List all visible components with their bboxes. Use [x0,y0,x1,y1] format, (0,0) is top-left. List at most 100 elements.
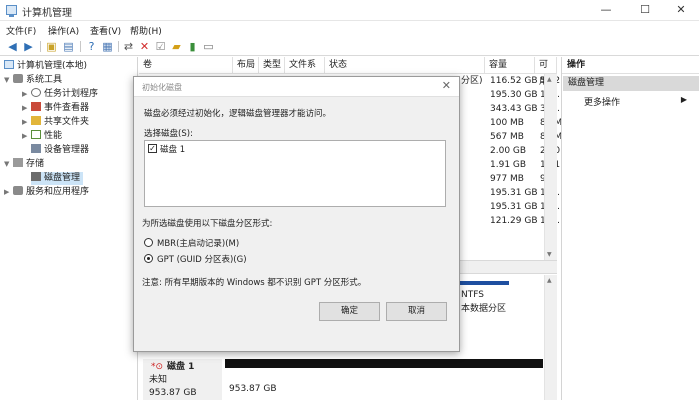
tree-item-shared-folders[interactable]: ▶ 共享文件夹 [22,116,89,129]
disk-1-unallocated-region[interactable]: 953.87 GB [225,359,543,400]
forward-icon[interactable]: ▶ [22,40,35,53]
show-hide-tree-icon[interactable]: ▤ [62,40,75,53]
tree-item-device-manager[interactable]: 设备管理器 [31,144,89,157]
chevron-right-icon[interactable]: ▶ [4,186,13,199]
chevron-right-icon[interactable]: ▶ [22,130,31,143]
gpt-radio[interactable] [144,254,153,263]
actions-selected-item[interactable]: 磁盘管理 [563,76,699,91]
tree-item-system-tools[interactable]: ▼ 系统工具 [4,74,62,87]
tree-item-label: 磁盘管理 [44,173,81,183]
chevron-right-icon[interactable]: ▶ [22,102,31,115]
cancel-button[interactable]: 取消 [386,302,447,321]
dialog-body: 磁盘必须经过初始化，逻辑磁盘管理器才能访问。 选择磁盘(S): ✓ 磁盘 1 为… [134,96,459,351]
toolbar-separator [40,41,41,52]
tree-item-label: 计算机管理(本地) [17,61,88,71]
toolbar-separator [118,41,119,52]
dialog-title: 初始化磁盘 [142,83,182,92]
disk-1-name: 磁盘 1 [167,362,195,372]
disk-1-label[interactable]: *⊙ 磁盘 1 未知 953.87 GB [143,359,222,400]
clock-icon [31,88,41,97]
close-button[interactable]: ✕ [663,0,699,21]
volume-capacity: 2.00 GB [490,146,527,156]
chevron-down-icon[interactable]: ▼ [4,158,13,171]
menu-view[interactable]: 查看(V) [90,24,121,37]
gpt-option-label[interactable]: GPT (GUID 分区表)(G) [157,253,247,265]
services-icon [13,186,23,195]
chevron-right-icon[interactable]: ▶ [22,116,31,129]
actions-pane: 操作 磁盘管理 更多操作 ▶ [561,57,699,400]
scroll-up-icon[interactable]: ▲ [547,277,552,284]
column-header-volume[interactable]: 卷 [139,57,233,74]
column-header-filesystem[interactable]: 文件系统 [285,57,325,87]
tree-item-services-apps[interactable]: ▶ 服务和应用程序 [4,186,89,199]
chevron-right-icon[interactable]: ▶ [22,88,31,101]
column-header-capacity[interactable]: 容量 [485,57,535,74]
tree-item-storage[interactable]: ▼ 存储 [4,158,44,171]
menu-file[interactable]: 文件(F) [6,24,36,37]
performance-icon [31,130,41,139]
select-disk-label: 选择磁盘(S): [144,129,193,139]
mbr-option-label[interactable]: MBR(主启动记录)(M) [157,237,239,249]
menu-action[interactable]: 操作(A) [48,24,79,37]
disk-1-size: 953.87 GB [149,388,197,398]
disk-list[interactable]: ✓ 磁盘 1 [144,140,446,207]
partition-status: 本数据分区 [461,304,507,314]
partition-block[interactable]: NTFS 本数据分区 [457,281,509,326]
tree-item-root[interactable]: 计算机管理(本地) [4,60,87,73]
disk-map-scrollbar[interactable]: ▲ [544,275,557,400]
disk-1-state: 未知 [149,375,168,385]
minimize-button[interactable]: — [588,0,624,21]
chevron-down-icon[interactable]: ▼ [4,74,13,87]
tree-item-label: 服务和应用程序 [26,187,90,197]
volume-status-fragment: 分区) [461,76,483,86]
checklist-icon[interactable]: ☑ [154,40,167,53]
maximize-button[interactable]: ☐ [627,0,663,21]
device-manager-icon [31,144,41,153]
tools-icon [13,74,23,83]
scroll-down-icon[interactable]: ▼ [547,251,552,258]
back-icon[interactable]: ◀ [6,40,19,53]
ok-button[interactable]: 确定 [319,302,380,321]
delete-icon[interactable]: ✕ [138,40,151,53]
disk-icon[interactable]: ▮ [186,40,199,53]
tree-item-task-scheduler[interactable]: ▶ 任务计划程序 [22,88,98,101]
volume-capacity: 195.31 GB [490,202,538,212]
tree-item-label: 性能 [44,131,63,141]
dialog-close-button[interactable]: ✕ [442,79,451,92]
up-folder-icon[interactable]: ▣ [45,40,58,53]
computer-icon [4,60,14,69]
title-bar: 计算机管理 — ☐ ✕ [0,0,699,21]
tree-item-disk-management[interactable]: 磁盘管理 [31,172,84,185]
disk-1-checkbox[interactable]: ✓ [148,144,157,153]
properties-icon[interactable]: ▦ [101,40,114,53]
volume-capacity: 195.31 GB [490,188,538,198]
partition-filesystem: NTFS [461,290,484,300]
list-icon[interactable]: ▭ [202,40,215,53]
more-actions[interactable]: 更多操作 [584,95,620,108]
event-viewer-icon [31,102,41,111]
column-header-free[interactable]: 可用 [535,57,557,87]
tree-item-label: 事件查看器 [44,103,90,113]
volume-capacity: 116.52 GB [490,76,538,86]
chevron-right-icon[interactable]: ▶ [681,95,687,104]
disk-1-region-size: 953.87 GB [229,384,277,394]
column-header-type[interactable]: 类型 [259,57,285,74]
scroll-up-icon[interactable]: ▲ [547,76,552,83]
actions-header: 操作 [562,57,699,74]
folder-icon[interactable]: ▰ [170,40,183,53]
column-header-status[interactable]: 状态 [325,57,485,74]
window-title: 计算机管理 [22,8,72,19]
column-header-layout[interactable]: 布局 [233,57,259,74]
mbr-radio[interactable] [144,238,153,247]
volume-capacity: 195.30 GB [490,90,538,100]
volume-capacity: 343.43 GB [490,104,538,114]
volume-capacity: 100 MB [490,118,524,128]
toolbar-separator [80,41,81,52]
tree-item-event-viewer[interactable]: ▶ 事件查看器 [22,102,89,115]
menu-help[interactable]: 帮助(H) [130,24,162,37]
help-icon[interactable]: ? [85,40,98,53]
tree-item-performance[interactable]: ▶ 性能 [22,130,62,143]
navigation-tree: 计算机管理(本地) ▼ 系统工具 ▶ 任务计划程序 ▶ 事件查看器 ▶ 共享文件夹 ▶ 性… [0,57,138,400]
volume-list-scrollbar[interactable]: ▲ ▼ [544,74,557,260]
connect-icon[interactable]: ⇄ [122,40,135,53]
